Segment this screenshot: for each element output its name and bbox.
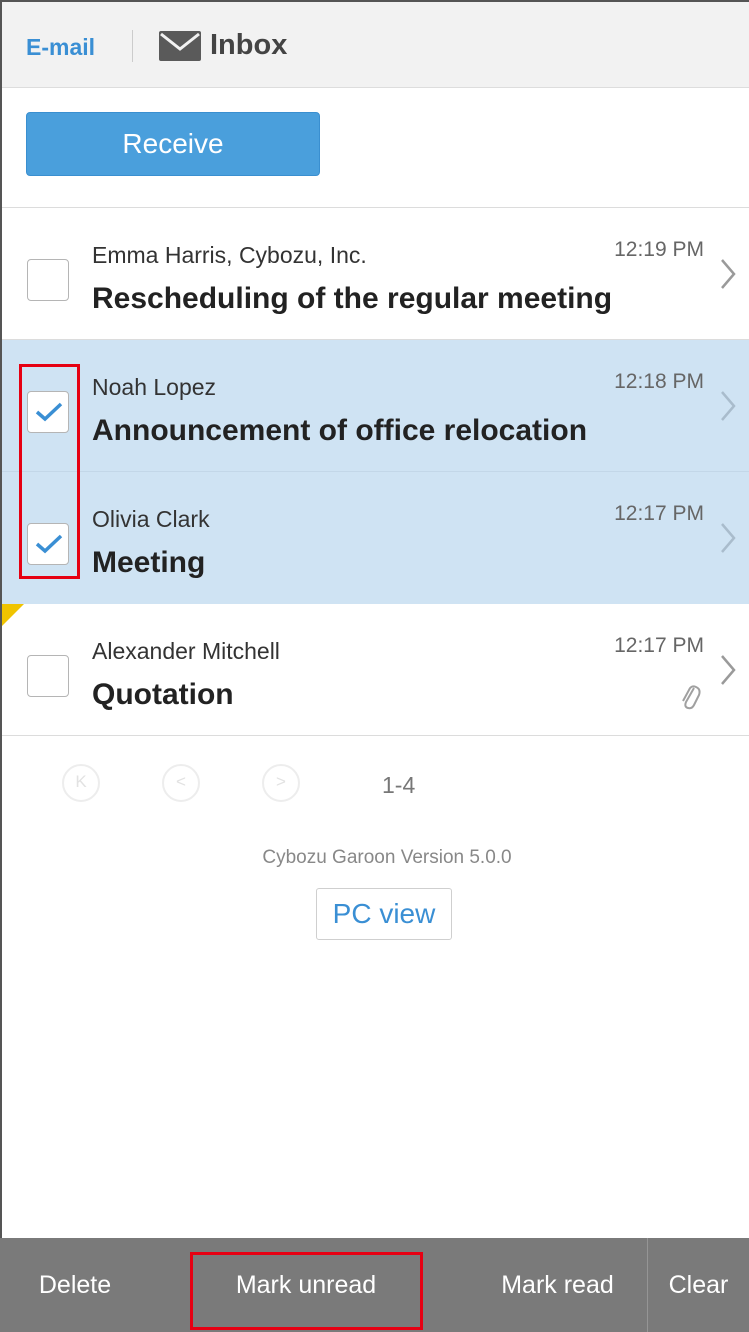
pc-view-button[interactable]: PC view <box>316 888 452 940</box>
prev-page-icon[interactable]: < <box>162 764 200 802</box>
mail-time: 12:18 PM <box>614 370 704 393</box>
mobile-mail-screen: E-mail Inbox Receive Emma Harris, Cybozu… <box>0 0 749 1332</box>
mail-time: 12:17 PM <box>614 634 704 657</box>
folder-title: Inbox <box>210 29 288 61</box>
attachment-icon <box>679 682 701 717</box>
header-bar: E-mail Inbox <box>2 2 749 88</box>
email-app-link[interactable]: E-mail <box>26 34 95 61</box>
flag-marker <box>2 604 24 626</box>
checkmark-icon <box>35 402 63 422</box>
checkmark-icon <box>35 534 63 554</box>
mail-subject: Quotation <box>92 678 234 711</box>
mail-row-selected[interactable]: Olivia Clark 12:17 PM Meeting <box>2 472 749 604</box>
envelope-icon <box>158 30 202 62</box>
mail-row[interactable]: Emma Harris, Cybozu, Inc. 12:19 PM Resch… <box>2 208 749 340</box>
next-page-icon[interactable]: > <box>262 764 300 802</box>
mail-checkbox-checked[interactable] <box>27 523 69 565</box>
mail-checkbox-checked[interactable] <box>27 391 69 433</box>
mail-sender: Alexander Mitchell <box>92 638 280 664</box>
chevron-right-icon <box>719 388 737 429</box>
mail-checkbox[interactable] <box>27 259 69 301</box>
mail-time: 12:19 PM <box>614 238 704 261</box>
page-range: 1-4 <box>382 772 416 798</box>
version-text: Cybozu Garoon Version 5.0.0 <box>262 847 512 868</box>
chevron-right-icon <box>719 520 737 561</box>
mail-row[interactable]: Alexander Mitchell 12:17 PM Quotation <box>2 604 749 736</box>
delete-button[interactable]: Delete <box>0 1238 150 1332</box>
mail-subject: Meeting <box>92 546 206 579</box>
first-page-icon[interactable]: K <box>62 764 100 802</box>
mail-row-selected[interactable]: Noah Lopez 12:18 PM Announcement of offi… <box>2 340 749 472</box>
breadcrumb-separator <box>132 30 133 62</box>
mail-subject: Rescheduling of the regular meeting <box>92 282 613 315</box>
mail-sender: Emma Harris, Cybozu, Inc. <box>92 242 367 268</box>
clear-button[interactable]: Clear <box>648 1238 749 1332</box>
row-divider <box>2 735 749 736</box>
mark-unread-button[interactable]: Mark unread <box>190 1238 422 1332</box>
mail-subject: Announcement of office relocation <box>92 414 588 447</box>
mail-sender: Olivia Clark <box>92 506 210 532</box>
chevron-right-icon <box>719 652 737 693</box>
chevron-right-icon <box>719 256 737 297</box>
mail-checkbox[interactable] <box>27 655 69 697</box>
mail-sender: Noah Lopez <box>92 374 217 400</box>
mark-read-button[interactable]: Mark read <box>470 1238 645 1332</box>
mail-time: 12:17 PM <box>614 502 704 525</box>
bottom-toolbar: Delete Mark unread Mark read Clear <box>0 1238 749 1332</box>
receive-button[interactable]: Receive <box>26 112 320 176</box>
